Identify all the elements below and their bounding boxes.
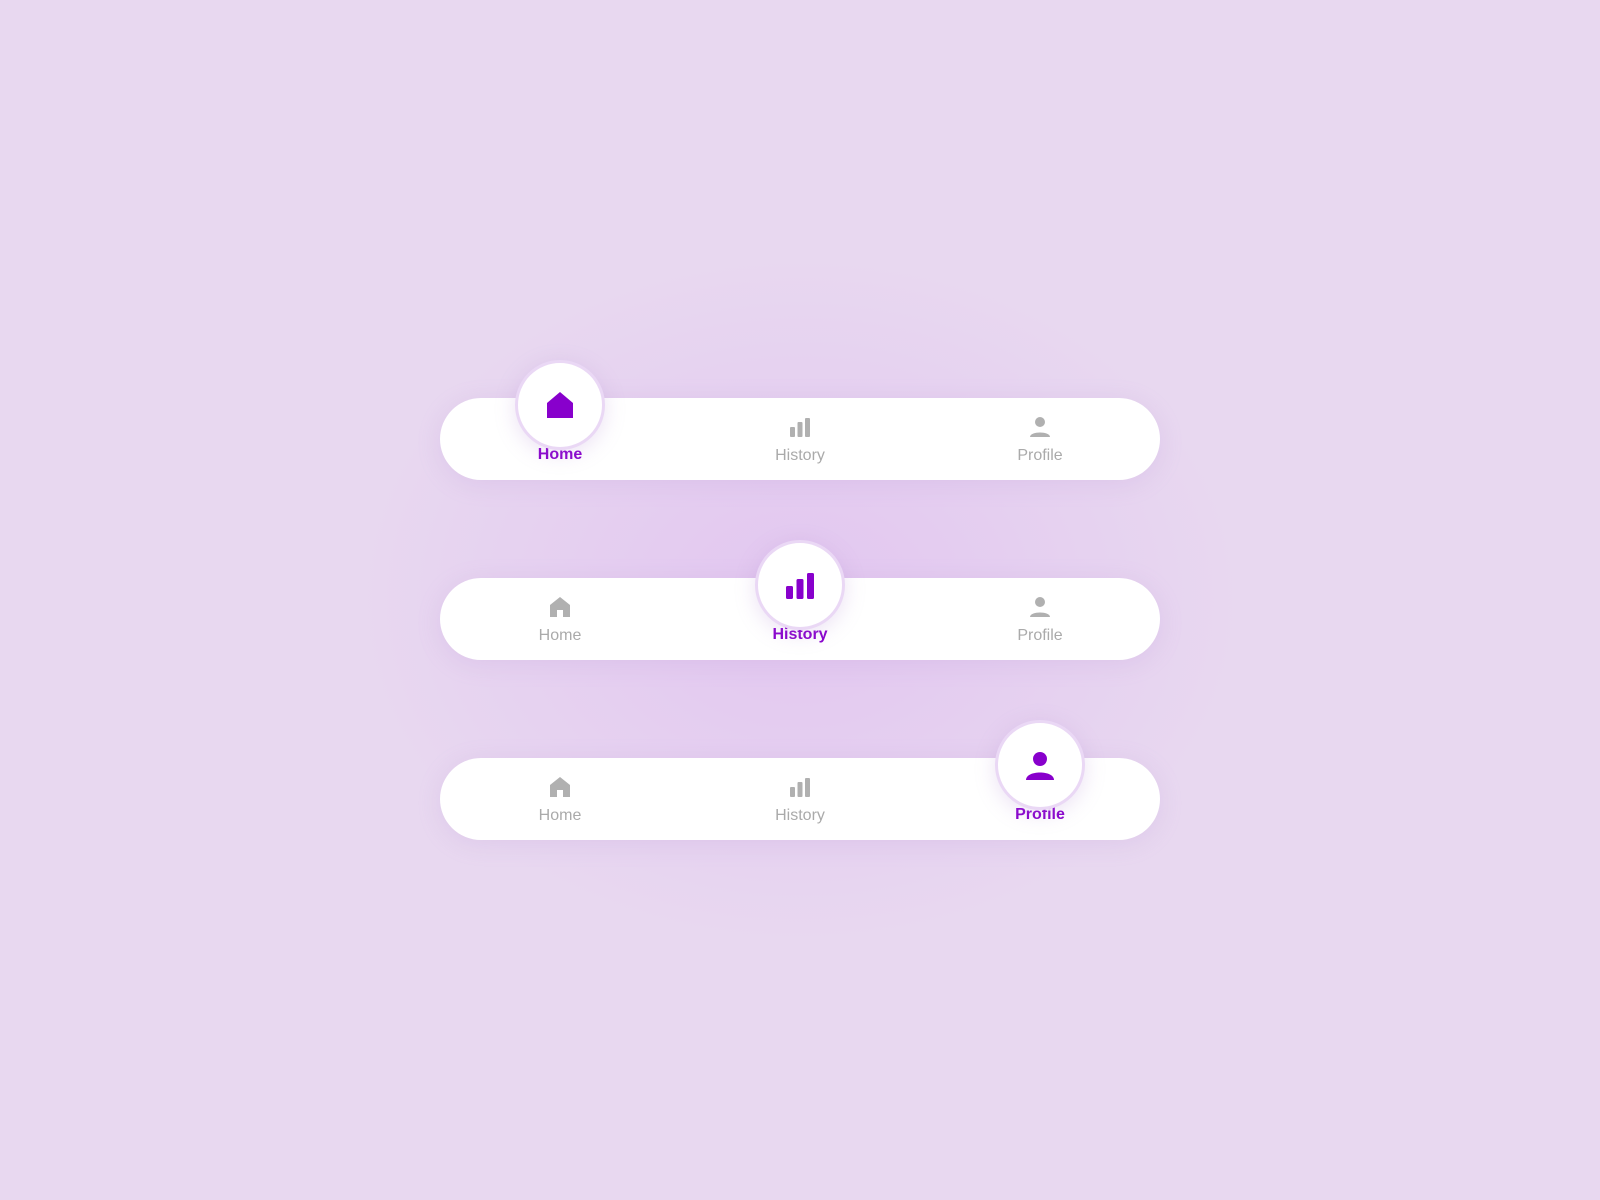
navbar-profile-active: Home History Profile [440,720,1160,840]
nav-item-history-3[interactable]: History [681,773,919,825]
profile-icon-inactive-1 [1026,413,1054,441]
profile-label-2: Profile [1017,627,1062,645]
home-icon-inactive-3 [546,773,574,801]
history-label-3: History [775,807,825,825]
navbar-home-active: Home History Profile [440,360,1160,480]
nav-item-profile-2[interactable]: Profile [921,593,1159,645]
profile-icon-active [1021,746,1059,784]
history-icon-active [781,566,819,604]
home-label-3: Home [539,807,582,825]
active-indicator-home [515,360,605,450]
nav-item-home-2[interactable]: Home [441,593,679,645]
active-indicator-history [755,540,845,630]
home-icon-inactive-2 [546,593,574,621]
history-icon-inactive-1 [786,413,814,441]
profile-label-1: Profile [1017,447,1062,465]
history-label-1: History [775,447,825,465]
navbar-history-active: Home History Profile [440,540,1160,660]
nav-item-profile-1[interactable]: Profile [921,413,1159,465]
nav-item-history-1[interactable]: History [681,413,919,465]
profile-icon-inactive-2 [1026,593,1054,621]
history-icon-inactive-3 [786,773,814,801]
nav-item-home-3[interactable]: Home [441,773,679,825]
home-icon-active [541,386,579,424]
home-label-2: Home [539,627,582,645]
active-indicator-profile [995,720,1085,810]
